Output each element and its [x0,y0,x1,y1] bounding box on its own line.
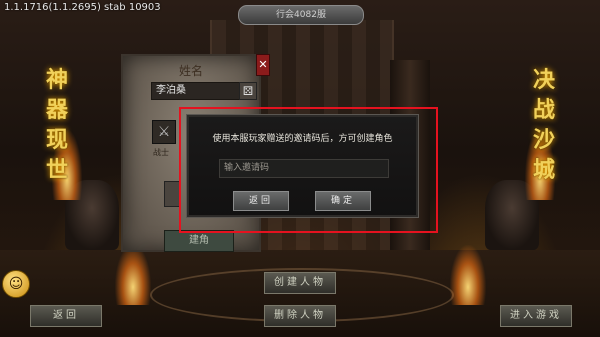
character-name-field[interactable]: 李泊桑 [151,82,243,100]
left-floor-fire [115,245,151,305]
left-slogan-char: 器 [45,97,68,123]
highlight-frame [179,107,438,233]
left-slogan-char: 神 [45,67,68,93]
close-icon[interactable]: ✕ [256,54,270,76]
class-label: 战士 [153,148,169,157]
right-slogan-char: 沙 [532,127,555,153]
server-banner: 行会4082服 [238,5,364,25]
right-slogan-char: 决 [532,67,555,93]
random-name-dice-icon[interactable]: ⚄ [239,82,257,100]
create-role-button[interactable]: 建角 [164,230,234,252]
delete-character-button[interactable]: 删除人物 [264,305,336,327]
server-banner-text: 行会4082服 [276,10,326,20]
version-label: 1.1.1716(1.1.2695) stab 10903 [4,2,161,13]
chat-emoji-icon[interactable]: ☺ [2,270,30,298]
right-slogan-char: 战 [532,97,555,123]
left-slogan-char: 世 [45,157,68,183]
panel-title: 姓名 [178,64,203,78]
right-slogan-char: 城 [532,157,555,183]
game-scene: 1.1.1716(1.1.2695) stab 10903 行会4082服 神 … [0,0,600,337]
right-floor-fire [450,245,486,305]
left-slogan-char: 现 [45,127,68,153]
right-slogan: 决 战 沙 城 [530,65,558,185]
warrior-class-icon[interactable]: ⚔ [152,120,176,144]
left-slogan: 神 器 现 世 [43,65,71,185]
gender-toggle-button[interactable] [164,181,180,207]
back-button[interactable]: 返回 [30,305,102,327]
enter-game-button[interactable]: 进入游戏 [500,305,572,327]
create-character-button[interactable]: 创建人物 [264,272,336,294]
